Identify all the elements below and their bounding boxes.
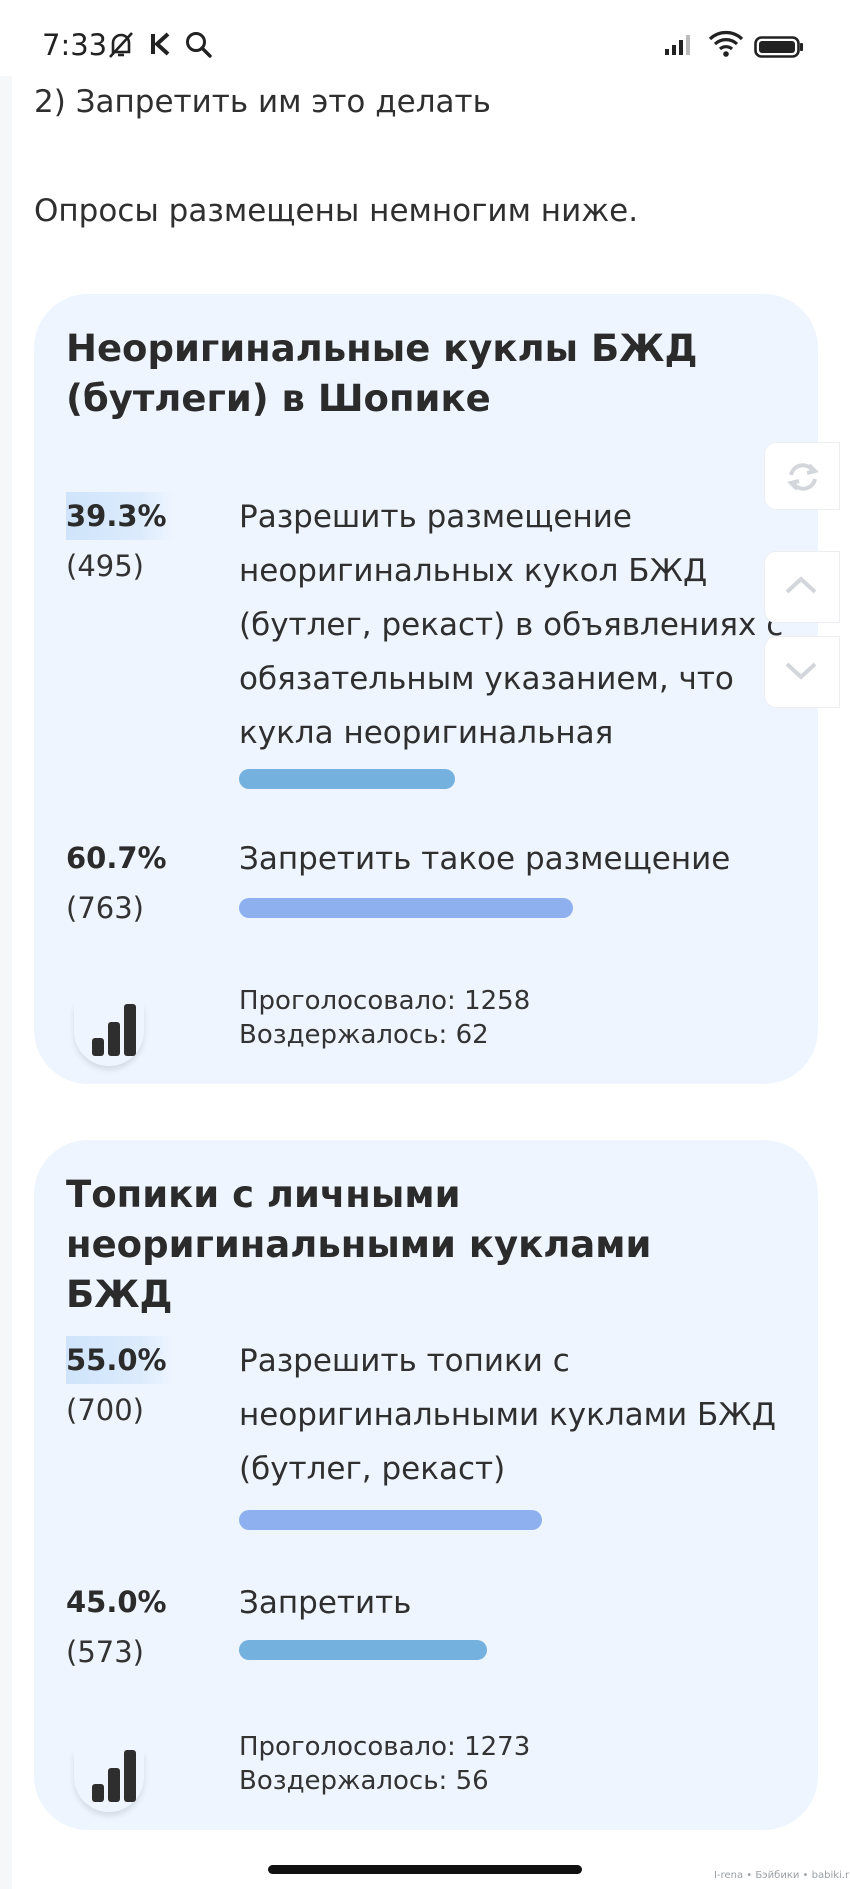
- option-result-bar: [239, 1510, 542, 1530]
- poll-card: Топики с личными неоригинальными куклами…: [34, 1140, 818, 1830]
- intro-line-2: Опросы размещены немногим ниже.: [34, 193, 639, 229]
- poll-title: Неоригинальные куклы БЖД (бутлеги) в Шоп…: [66, 324, 766, 424]
- poll-title-line: неоригинальными куклами БЖД: [66, 1223, 652, 1316]
- option-label-line: Разрешить топики с: [239, 1343, 570, 1379]
- intro-line-1: 2) Запретить им это делать: [34, 84, 491, 120]
- option-result-bar: [239, 1640, 487, 1660]
- home-indicator[interactable]: [268, 1865, 582, 1874]
- scroll-down-button[interactable]: [764, 636, 840, 708]
- kaspersky-icon: [150, 32, 172, 60]
- poll-card: Неоригинальные куклы БЖД (бутлеги) в Шоп…: [34, 294, 818, 1084]
- poll-option-label[interactable]: Разрешить топики с неоригинальными кукла…: [239, 1334, 799, 1496]
- option-label-line: неоригинальными куклами БЖД: [239, 1397, 776, 1433]
- poll-title-line: (бутлеги) в Шопике: [66, 377, 491, 420]
- option-label-line: обязательным указанием, что: [239, 661, 734, 697]
- watermark: I-rena • Бэйбики • babiki.ru: [714, 1870, 850, 1881]
- option-label-line: (бутлег, рекаст): [239, 1451, 506, 1487]
- poll-stats-button[interactable]: [74, 1004, 144, 1066]
- option-label-line: Разрешить размещение: [239, 499, 632, 535]
- abstained-count: Воздержалось: 56: [239, 1766, 489, 1796]
- search-icon: [184, 30, 214, 64]
- voted-count: Проголосовало: 1258: [239, 986, 531, 1016]
- option-label-line: кукла неоригинальная: [239, 715, 614, 751]
- option-count: (573): [66, 1635, 144, 1669]
- option-percent: 45.0%: [66, 1585, 167, 1619]
- poll-option-label[interactable]: Запретить такое размещение: [239, 832, 799, 886]
- option-count: (495): [66, 549, 144, 583]
- poll-option-label[interactable]: Запретить: [239, 1576, 799, 1630]
- battery-icon: [754, 36, 804, 62]
- option-result-bar: [239, 769, 455, 789]
- option-label-line: Запретить такое размещение: [239, 841, 731, 877]
- option-label-line: Запретить: [239, 1585, 412, 1621]
- refresh-button[interactable]: [764, 442, 840, 510]
- poll-stats-button[interactable]: [74, 1750, 144, 1812]
- option-percent: 55.0%: [66, 1336, 173, 1384]
- option-result-bar: [239, 898, 573, 918]
- poll-title-line: Неоригинальные куклы БЖД: [66, 327, 698, 370]
- status-bar: 7:33: [0, 0, 850, 76]
- option-label-line: (бутлег, рекаст) в объявлениях с: [239, 607, 784, 643]
- option-percent: 39.3%: [66, 492, 173, 540]
- bell-off-icon: [106, 30, 136, 64]
- voted-count: Проголосовало: 1273: [239, 1732, 531, 1762]
- scroll-up-button[interactable]: [764, 551, 840, 623]
- signal-icon: [664, 32, 696, 60]
- option-percent: 60.7%: [66, 841, 167, 875]
- option-count: (763): [66, 891, 144, 925]
- status-time: 7:33: [42, 28, 108, 62]
- poll-title-line: Топики с личными: [66, 1173, 461, 1216]
- abstained-count: Воздержалось: 62: [239, 1020, 489, 1050]
- poll-title: Топики с личными неоригинальными куклами…: [66, 1170, 766, 1320]
- option-count: (700): [66, 1393, 144, 1427]
- option-label-line: неоригинальных кукол БЖД: [239, 553, 708, 589]
- wifi-icon: [708, 30, 744, 62]
- poll-option-label[interactable]: Разрешить размещение неоригинальных куко…: [239, 490, 799, 760]
